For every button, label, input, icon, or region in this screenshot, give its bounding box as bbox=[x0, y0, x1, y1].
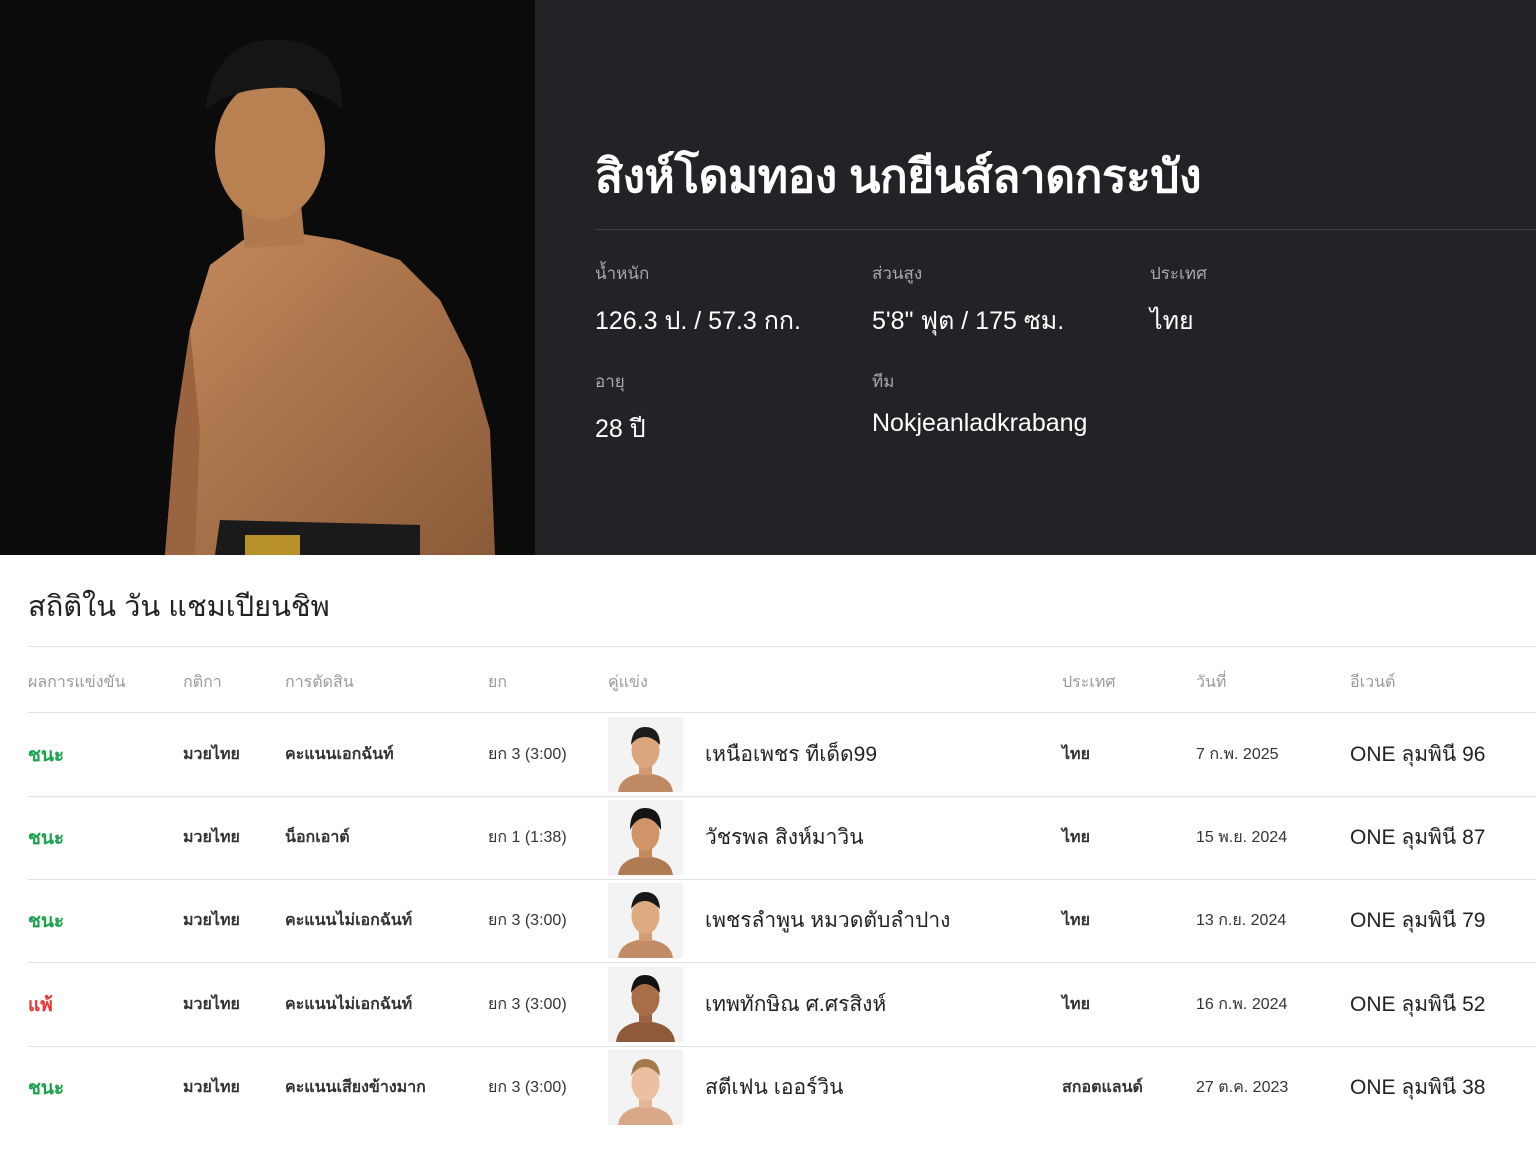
row-method: คะแนนเสียงข้างมาก bbox=[285, 1079, 426, 1096]
row-round: ยก 3 (3:00) bbox=[488, 912, 567, 929]
row-country: ไทย bbox=[1062, 746, 1090, 763]
row-country: ไทย bbox=[1062, 912, 1090, 929]
attr-weight-value: 126.3 ป. / 57.3 กก. bbox=[595, 307, 801, 335]
row-method: น็อกเอาต์ bbox=[285, 829, 350, 846]
attr-height-label: ส่วนสูง bbox=[872, 264, 923, 283]
opponent-headshot-icon[interactable] bbox=[608, 883, 683, 958]
row-rules: มวยไทย bbox=[183, 746, 240, 763]
row-date: 13 ก.ย. 2024 bbox=[1196, 912, 1287, 929]
header-method: การตัดสิน bbox=[285, 674, 354, 691]
row-date: 27 ต.ค. 2023 bbox=[1196, 1079, 1289, 1096]
attr-weight-label: น้ำหนัก bbox=[595, 264, 650, 283]
fighter-portrait-icon bbox=[165, 39, 495, 555]
row-result: แพ้ bbox=[28, 994, 53, 1016]
row-date: 16 ก.พ. 2024 bbox=[1196, 996, 1288, 1013]
row-event[interactable]: ONE ลุมพินี 96 bbox=[1350, 713, 1485, 796]
attr-country-value: ไทย bbox=[1150, 307, 1194, 335]
header-round: ยก bbox=[488, 674, 508, 691]
fighter-hero: สิงห์โดมทอง นกยีนส์ลาดกระบัง น้ำหนัก 126… bbox=[0, 0, 1536, 555]
row-result: ชนะ bbox=[28, 910, 65, 932]
table-row[interactable]: ชนะ มวยไทย น็อกเอาต์ ยก 1 (1:38) วัชรพล … bbox=[28, 796, 1536, 879]
opponent-headshot-icon[interactable] bbox=[608, 1050, 683, 1125]
row-result: ชนะ bbox=[28, 1077, 65, 1099]
row-event[interactable]: ONE ลุมพินี 38 bbox=[1350, 1046, 1485, 1129]
attr-age-value: 28 ปี bbox=[595, 415, 646, 443]
opponent-headshot-icon[interactable] bbox=[608, 800, 683, 875]
row-round: ยก 3 (3:00) bbox=[488, 746, 567, 763]
table-row[interactable]: ชนะ มวยไทย คะแนนเสียงข้างมาก ยก 3 (3:00)… bbox=[28, 1046, 1536, 1129]
fighter-photo bbox=[0, 0, 535, 555]
attr-team-value: Nokjeanladkrabang bbox=[872, 409, 1088, 437]
row-method: คะแนนเอกฉันท์ bbox=[285, 746, 394, 763]
row-opponent[interactable]: สตีเฟน เออร์วิน bbox=[705, 1046, 844, 1129]
row-rules: มวยไทย bbox=[183, 1079, 240, 1096]
row-opponent[interactable]: เหนือเพชร ทีเด็ด99 bbox=[705, 713, 877, 796]
row-rules: มวยไทย bbox=[183, 829, 240, 846]
row-opponent[interactable]: เทพทักษิณ ศ.ศรสิงห์ bbox=[705, 963, 886, 1046]
table-row[interactable]: ชนะ มวยไทย คะแนนไม่เอกฉันท์ ยก 3 (3:00) … bbox=[28, 879, 1536, 962]
row-date: 7 ก.พ. 2025 bbox=[1196, 746, 1279, 763]
opponent-headshot-icon[interactable] bbox=[608, 967, 683, 1042]
row-opponent[interactable]: วัชรพล สิงห์มาวิน bbox=[705, 796, 864, 879]
attr-age-label: อายุ bbox=[595, 372, 625, 391]
row-country: ไทย bbox=[1062, 829, 1090, 846]
table-top-divider bbox=[28, 646, 1536, 647]
row-method: คะแนนไม่เอกฉันท์ bbox=[285, 996, 413, 1013]
row-result: ชนะ bbox=[28, 827, 65, 849]
header-country: ประเทศ bbox=[1062, 674, 1116, 691]
divider bbox=[595, 229, 1536, 230]
attr-age: อายุ 28 ปี bbox=[595, 368, 646, 449]
header-rules: กติกา bbox=[183, 674, 222, 691]
row-round: ยก 3 (3:00) bbox=[488, 1079, 567, 1096]
row-country: สกอตแลนด์ bbox=[1062, 1079, 1143, 1096]
row-rules: มวยไทย bbox=[183, 912, 240, 929]
row-country: ไทย bbox=[1062, 996, 1090, 1013]
row-event[interactable]: ONE ลุมพินี 87 bbox=[1350, 796, 1485, 879]
row-round: ยก 3 (3:00) bbox=[488, 996, 567, 1013]
attr-weight: น้ำหนัก 126.3 ป. / 57.3 กก. bbox=[595, 260, 801, 341]
row-event[interactable]: ONE ลุมพินี 79 bbox=[1350, 879, 1485, 962]
table-row[interactable]: แพ้ มวยไทย คะแนนไม่เอกฉันท์ ยก 3 (3:00) … bbox=[28, 963, 1536, 1046]
attr-team-label: ทีม bbox=[872, 372, 895, 391]
attr-team: ทีม Nokjeanladkrabang bbox=[872, 368, 1087, 438]
fighter-info: สิงห์โดมทอง นกยีนส์ลาดกระบัง น้ำหนัก 126… bbox=[595, 0, 1536, 555]
fighter-name: สิงห์โดมทอง นกยีนส์ลาดกระบัง bbox=[595, 150, 1202, 202]
attr-country: ประเทศ ไทย bbox=[1150, 260, 1207, 341]
row-result: ชนะ bbox=[28, 744, 65, 766]
row-method: คะแนนไม่เอกฉันท์ bbox=[285, 912, 413, 929]
header-result: ผลการแข่งขัน bbox=[28, 674, 126, 691]
opponent-headshot-icon[interactable] bbox=[608, 717, 683, 792]
row-opponent[interactable]: เพชรลำพูน หมวดตับลำปาง bbox=[705, 879, 950, 962]
row-date: 15 พ.ย. 2024 bbox=[1196, 829, 1288, 846]
header-event: อีเวนต์ bbox=[1350, 674, 1396, 691]
header-opponent: คู่แข่ง bbox=[608, 674, 648, 691]
stats-title: สถิติใน วัน แชมเปียนชิพ bbox=[28, 591, 330, 623]
attr-height: ส่วนสูง 5'8" ฟุต / 175 ซม. bbox=[872, 260, 1064, 341]
attr-height-value: 5'8" ฟุต / 175 ซม. bbox=[872, 307, 1065, 335]
row-rules: มวยไทย bbox=[183, 996, 240, 1013]
table-row[interactable]: ชนะ มวยไทย คะแนนเอกฉันท์ ยก 3 (3:00) เหน… bbox=[28, 713, 1536, 796]
row-round: ยก 1 (1:38) bbox=[488, 829, 567, 846]
row-event[interactable]: ONE ลุมพินี 52 bbox=[1350, 963, 1485, 1046]
attr-country-label: ประเทศ bbox=[1150, 264, 1207, 283]
header-date: วันที่ bbox=[1196, 674, 1227, 691]
